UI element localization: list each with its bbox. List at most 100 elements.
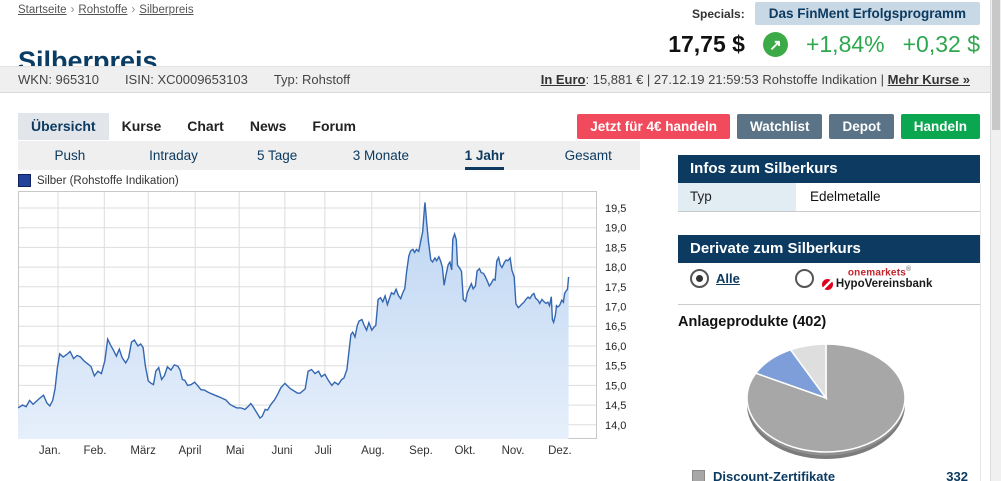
hypovereinsbank-logo: HypoVereinsbank xyxy=(822,278,933,291)
svg-text:Juli: Juli xyxy=(314,445,331,457)
svg-text:Okt.: Okt. xyxy=(454,445,475,457)
divider xyxy=(678,304,980,305)
tab-news[interactable]: News xyxy=(237,113,300,140)
infobox-title: Infos zum Silberkurs xyxy=(690,160,838,177)
chart-period-selector: PushIntraday5 Tage3 Monate1 JahrGesamt xyxy=(18,141,640,170)
svg-text:März: März xyxy=(130,445,156,457)
svg-text:19,0: 19,0 xyxy=(605,223,626,235)
svg-text:18,0: 18,0 xyxy=(605,262,626,274)
breadcrumb-separator: › xyxy=(131,4,135,16)
tab-chart[interactable]: Chart xyxy=(174,113,237,140)
page: Startseite›Rohstoffe›Silberpreis Special… xyxy=(0,0,1001,481)
derivate-title: Derivate zum Silberkurs xyxy=(690,240,861,257)
period-label: Push xyxy=(54,148,85,167)
instrument-id: ISIN: XC0009653103 xyxy=(125,72,248,87)
info-row-value: Edelmetalle xyxy=(810,183,881,211)
issuer-filter: Alle onemarkets® HypoVereinsbank xyxy=(690,266,980,291)
svg-text:Nov.: Nov. xyxy=(502,445,525,457)
watchlist-button[interactable]: Watchlist xyxy=(737,114,823,139)
info-row-label: Typ xyxy=(678,183,796,211)
current-price: 17,75 $ xyxy=(668,31,745,58)
pie-legend-label[interactable]: Discount-Zertifikate xyxy=(713,469,835,481)
quote-meta: In Euro: 15,881 € | 27.12.19 21:59:53 Ro… xyxy=(541,72,970,87)
svg-text:16,5: 16,5 xyxy=(605,321,626,333)
main-tabs: ÜbersichtKurseChartNewsForum xyxy=(18,113,369,140)
breadcrumb-separator: › xyxy=(71,4,75,16)
pie-legend-row: Discount-Zertifikate 332 xyxy=(692,469,968,481)
info-row-typ: Typ Edelmetalle xyxy=(678,183,980,212)
breadcrumb: Startseite›Rohstoffe›Silberpreis xyxy=(18,4,198,16)
period-label: 1 Jahr xyxy=(465,148,505,170)
pie-legend-marker-icon xyxy=(692,470,705,481)
finment-program-button[interactable]: Das FinMent Erfolgsprogramm xyxy=(755,2,980,25)
svg-text:19,5: 19,5 xyxy=(605,203,626,215)
svg-text:16,0: 16,0 xyxy=(605,341,626,353)
specials-bar: Specials: Das FinMent Erfolgsprogramm xyxy=(692,2,980,25)
legend-marker-icon xyxy=(18,174,31,187)
pie-legend-value: 332 xyxy=(946,469,968,481)
svg-text:Juni: Juni xyxy=(271,445,292,457)
period-label: 5 Tage xyxy=(257,148,297,167)
svg-text:17,0: 17,0 xyxy=(605,302,626,314)
change-absolute: +0,32 $ xyxy=(903,31,980,58)
svg-text:15,0: 15,0 xyxy=(605,380,626,392)
hvb-circle-icon xyxy=(822,279,833,290)
trend-up-arrow-icon: ↗ xyxy=(763,32,788,57)
depot-button[interactable]: Depot xyxy=(829,114,893,139)
column-separator xyxy=(980,183,981,481)
svg-text:Jan.: Jan. xyxy=(39,445,61,457)
specials-label: Specials: xyxy=(692,7,745,21)
tab-kurse[interactable]: Kurse xyxy=(109,113,175,140)
period-5-tage[interactable]: 5 Tage xyxy=(225,148,329,163)
trade-promo-button[interactable]: Jetzt für 4€ handeln xyxy=(577,114,730,139)
period-label: 3 Monate xyxy=(353,148,409,167)
meta-bar: WKN: 965310ISIN: XC0009653103Typ: Rohsto… xyxy=(0,66,1001,93)
breadcrumb-link-rohstoffe[interactable]: Rohstoffe xyxy=(78,4,127,16)
scrollbar-thumb[interactable] xyxy=(992,0,1000,130)
radio-alle-label[interactable]: Alle xyxy=(716,271,740,286)
infobox-header: Infos zum Silberkurs xyxy=(678,155,980,183)
svg-text:14,5: 14,5 xyxy=(605,400,626,412)
svg-text:Aug.: Aug. xyxy=(361,445,385,457)
period-1-jahr[interactable]: 1 Jahr xyxy=(433,148,537,163)
period-push[interactable]: Push xyxy=(18,148,122,163)
legend-label: Silber (Rohstoffe Indikation) xyxy=(37,175,179,187)
handeln-button[interactable]: Handeln xyxy=(901,114,980,139)
mehr-kurse-link[interactable]: Mehr Kurse » xyxy=(888,72,970,87)
period-3-monate[interactable]: 3 Monate xyxy=(329,148,433,163)
onemarkets-logo: onemarkets® xyxy=(848,266,933,278)
svg-text:Dez.: Dez. xyxy=(548,445,572,457)
tab-forum[interactable]: Forum xyxy=(299,113,369,140)
svg-text:17,5: 17,5 xyxy=(605,282,626,294)
period-intraday[interactable]: Intraday xyxy=(122,148,226,163)
issuer-logo: onemarkets® HypoVereinsbank xyxy=(822,266,933,291)
period-label: Gesamt xyxy=(565,148,612,167)
instrument-ids: WKN: 965310ISIN: XC0009653103Typ: Rohsto… xyxy=(18,72,350,87)
svg-text:Feb.: Feb. xyxy=(83,445,106,457)
breadcrumb-link-startseite[interactable]: Startseite xyxy=(18,4,67,16)
derivate-header: Derivate zum Silberkurs xyxy=(678,235,980,263)
page-scrollbar[interactable] xyxy=(990,0,1001,481)
chart-legend: Silber (Rohstoffe Indikation) xyxy=(18,174,179,187)
svg-text:14,0: 14,0 xyxy=(605,420,626,432)
instrument-id: WKN: 965310 xyxy=(18,72,99,87)
products-pie-chart xyxy=(738,338,918,470)
euro-quote-text: : 15,881 € | 27.12.19 21:59:53 Rohstoffe… xyxy=(585,72,887,87)
price-area-chart[interactable]: 19,5 19,0 18,5 18,0 17,5 17,0 16,5 16,0 15,5 15,0… xyxy=(18,191,658,461)
period-gesamt[interactable]: Gesamt xyxy=(536,148,640,163)
breadcrumb-link-silberpreis[interactable]: Silberpreis xyxy=(139,4,193,16)
radio-issuer[interactable] xyxy=(795,269,814,288)
tab-übersicht[interactable]: Übersicht xyxy=(18,113,109,140)
svg-text:Mai: Mai xyxy=(226,445,245,457)
period-label: Intraday xyxy=(149,148,198,167)
action-buttons: Jetzt für 4€ handeln WatchlistDepot Handel… xyxy=(577,114,980,139)
svg-text:18,5: 18,5 xyxy=(605,242,626,254)
svg-text:April: April xyxy=(178,445,201,457)
quote-block: 17,75 $ ↗ +1,84% +0,32 $ xyxy=(668,31,980,58)
in-euro-link[interactable]: In Euro xyxy=(541,72,586,87)
svg-text:15,5: 15,5 xyxy=(605,361,626,373)
change-percent: +1,84% xyxy=(806,31,885,58)
svg-text:Sep.: Sep. xyxy=(409,445,433,457)
products-heading: Anlageprodukte (402) xyxy=(678,314,826,330)
radio-alle[interactable] xyxy=(690,269,709,288)
